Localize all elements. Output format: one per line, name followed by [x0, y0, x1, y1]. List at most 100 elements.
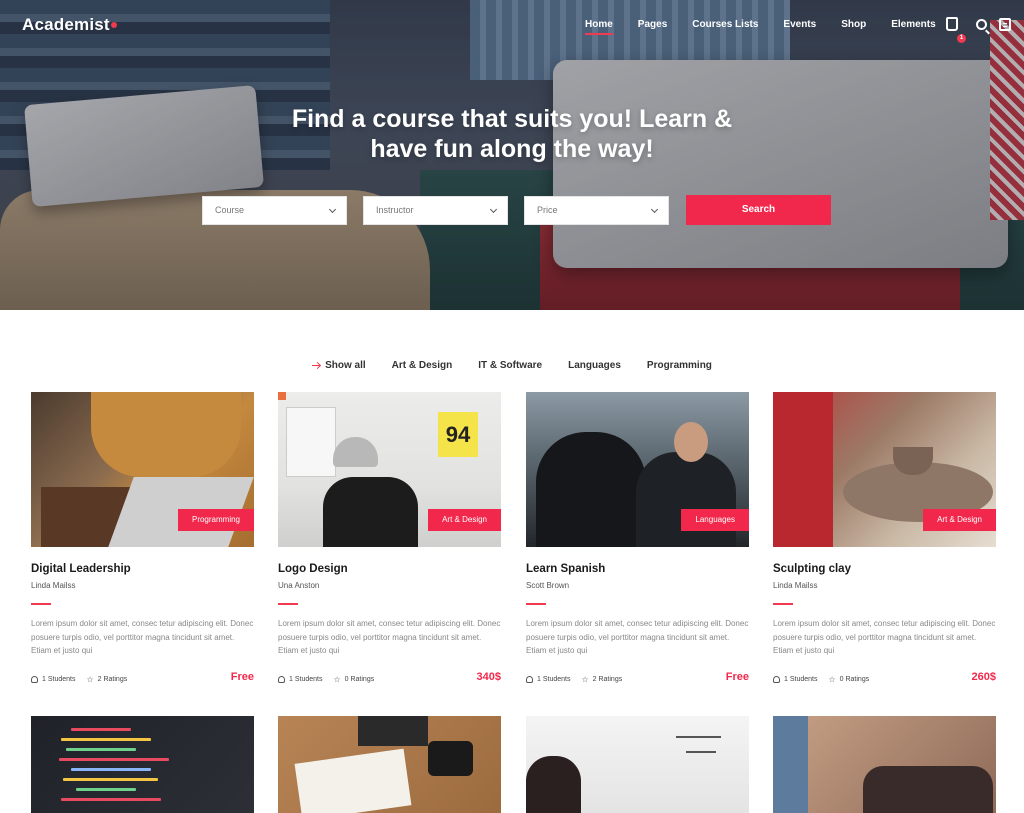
course-author[interactable]: Linda Mailss	[773, 581, 996, 590]
thumb-jacket-right	[636, 452, 736, 547]
star-icon: ☆	[333, 674, 341, 684]
arrow-right-icon	[312, 365, 321, 366]
course-title[interactable]: Digital Leadership	[31, 563, 254, 575]
ratings-count: 2 Ratings	[592, 675, 623, 683]
course-price: 260$	[971, 671, 996, 683]
code-line	[61, 738, 151, 741]
course-title[interactable]: Learn Spanish	[526, 563, 749, 575]
ratings-count: 0 Ratings	[344, 675, 375, 683]
course-author[interactable]: Linda Mailss	[31, 581, 254, 590]
user-icon	[526, 675, 533, 683]
filter-programming[interactable]: Programming	[647, 360, 712, 371]
course-meta: 1 Students ☆ 2 Ratings Free	[526, 671, 749, 685]
filter-languages[interactable]: Languages	[568, 360, 621, 371]
side-menu-icon[interactable]	[999, 17, 1011, 31]
search-button[interactable]: Search	[686, 195, 831, 225]
instructor-select-value: Instructor	[376, 205, 414, 215]
course-card[interactable]: Programming Digital Leadership Linda Mai…	[31, 392, 254, 685]
thumb-paper	[286, 407, 336, 477]
hero-title-line1: Find a course that suits you! Learn &	[291, 105, 733, 133]
thumb-notebook	[294, 748, 412, 813]
thumb-whiteboard-line	[686, 751, 716, 753]
divider	[526, 603, 546, 605]
nav-pages[interactable]: Pages	[638, 19, 667, 30]
filter-show-all[interactable]: Show all	[312, 360, 366, 371]
course-thumbnail[interactable]	[278, 716, 501, 813]
hero-title: Find a course that suits you! Learn & ha…	[212, 104, 812, 164]
shopping-bag-icon[interactable]: 1	[946, 17, 966, 43]
course-category-tag[interactable]: Programming	[177, 509, 254, 531]
chevron-down-icon	[328, 205, 337, 214]
main-menu: Home Pages Courses Lists Events Shop Ele…	[585, 19, 961, 35]
course-card[interactable]: Languages Learn Spanish Scott Brown Lore…	[526, 392, 749, 685]
star-icon: ☆	[86, 674, 94, 684]
course-category-tag[interactable]: Art & Design	[923, 509, 996, 531]
students-count: 1 Students	[784, 675, 818, 683]
course-select-value: Course	[215, 205, 245, 215]
course-title[interactable]: Sculpting clay	[773, 563, 996, 575]
course-thumbnail[interactable]: Art & Design	[773, 392, 996, 547]
course-description: Lorem ipsum dolor sit amet, consec tetur…	[526, 619, 749, 655]
logo-text: Academist	[22, 15, 110, 34]
course-thumbnail[interactable]	[31, 716, 254, 813]
thumb-cap	[333, 437, 378, 467]
thumb-camera	[428, 741, 473, 776]
nav-events[interactable]: Events	[783, 19, 816, 30]
thumb-shirt	[323, 477, 418, 547]
nav-courses-lists[interactable]: Courses Lists	[692, 19, 758, 30]
price-select[interactable]: Price	[524, 196, 669, 225]
course-category-filters: Show all Art & Design IT & Software Lang…	[0, 360, 1024, 371]
students-count: 1 Students	[289, 675, 323, 683]
divider	[278, 603, 298, 605]
course-thumbnail[interactable]: 94 Art & Design	[278, 392, 501, 547]
students-count: 1 Students	[42, 675, 76, 683]
site-logo[interactable]: Academist	[22, 15, 117, 35]
course-thumbnail[interactable]: Languages	[526, 392, 749, 547]
divider	[31, 603, 51, 605]
course-select[interactable]: Course	[202, 196, 347, 225]
course-price: 340$	[476, 671, 501, 683]
ratings-count: 0 Ratings	[839, 675, 870, 683]
course-card[interactable]: 94 Art & Design Logo Design Una Anston L…	[278, 392, 501, 685]
course-thumbnail[interactable]	[773, 716, 996, 813]
course-meta: 1 Students ☆ 2 Ratings Free	[31, 671, 254, 685]
filter-art-design[interactable]: Art & Design	[392, 360, 453, 371]
course-description: Lorem ipsum dolor sit amet, consec tetur…	[278, 619, 501, 655]
course-thumbnail[interactable]	[526, 716, 749, 813]
chevron-down-icon	[650, 205, 659, 214]
course-title[interactable]: Logo Design	[278, 563, 501, 575]
thumb-whiteboard-line	[676, 736, 721, 738]
price-select-value: Price	[537, 205, 558, 215]
course-category-tag[interactable]: Art & Design	[428, 509, 501, 531]
nav-shop[interactable]: Shop	[841, 19, 866, 30]
thumb-poster: 94	[438, 412, 478, 457]
thumb-sweater	[91, 392, 241, 477]
nav-elements[interactable]: Elements	[891, 19, 935, 30]
hero-banner: Academist Home Pages Courses Lists Event…	[0, 0, 1024, 310]
course-author[interactable]: Scott Brown	[526, 581, 749, 590]
filter-it-software[interactable]: IT & Software	[478, 360, 542, 371]
hero-title-line2: have fun along the way!	[370, 135, 654, 163]
code-line	[71, 768, 151, 771]
search-icon[interactable]	[976, 18, 987, 30]
thumb-group	[863, 766, 993, 813]
course-meta: 1 Students ☆ 0 Ratings 260$	[773, 671, 996, 685]
course-card[interactable]: Art & Design Sculpting clay Linda Mailss…	[773, 392, 996, 685]
star-icon: ☆	[828, 674, 836, 684]
instructor-select[interactable]: Instructor	[363, 196, 508, 225]
user-icon	[278, 675, 285, 683]
course-category-tag[interactable]: Languages	[681, 509, 749, 531]
cart-count-badge: 1	[957, 34, 966, 43]
code-line	[71, 728, 131, 731]
course-author[interactable]: Una Anston	[278, 581, 501, 590]
code-line	[66, 748, 136, 751]
code-line	[76, 788, 136, 791]
course-thumbnail[interactable]: Programming	[31, 392, 254, 547]
top-navigation: Academist Home Pages Courses Lists Event…	[0, 0, 1024, 52]
course-description: Lorem ipsum dolor sit amet, consec tetur…	[31, 619, 254, 655]
course-price: Free	[230, 671, 254, 683]
nav-icons: 1	[946, 17, 1011, 43]
thumb-jacket-left	[536, 432, 646, 547]
nav-home[interactable]: Home	[585, 19, 613, 35]
course-price: Free	[725, 671, 749, 683]
